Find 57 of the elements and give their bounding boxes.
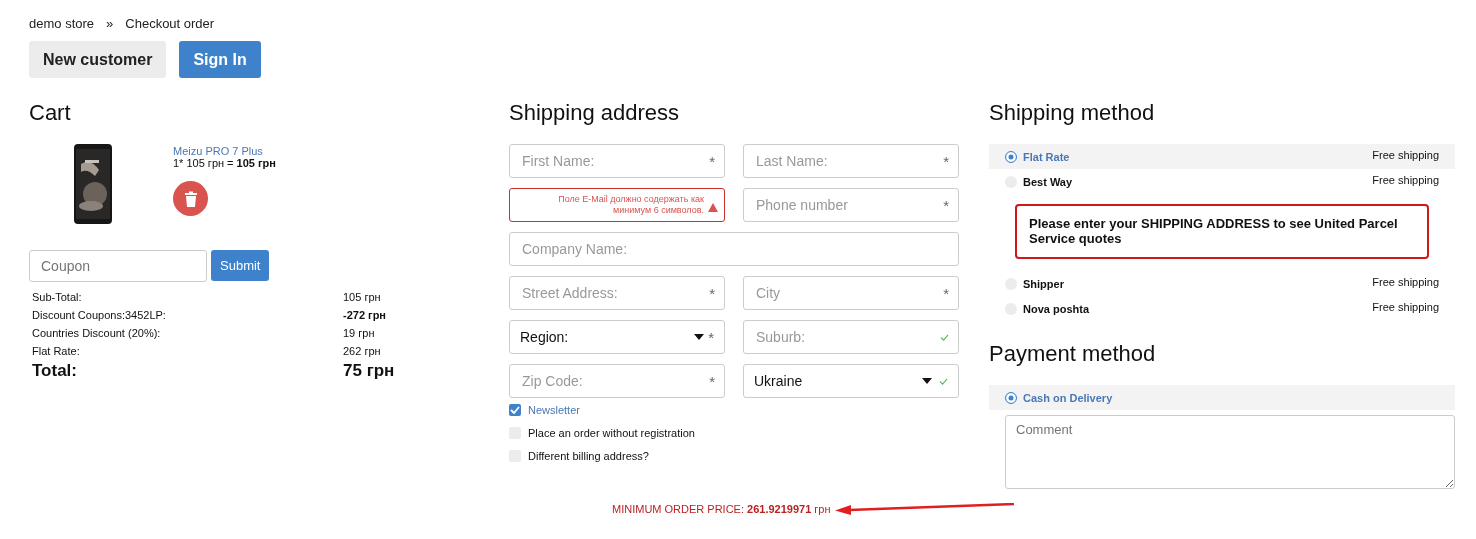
total-label: Sub-Total:	[31, 291, 83, 303]
total-value: 75 грн	[343, 361, 395, 381]
comment-field[interactable]: Comment	[1005, 415, 1455, 489]
required-mark: *	[943, 285, 949, 302]
total-label: Countries Discount (20%):	[31, 327, 162, 339]
breadcrumb-link[interactable]: Checkout order	[125, 16, 215, 31]
account-tab[interactable]: New customer	[29, 41, 167, 78]
breadcrumb-separator: »	[106, 16, 114, 31]
error-message: Поле E-Mail должно содержать как минимум 6 символов.	[557, 194, 704, 216]
check-icon	[939, 377, 948, 385]
submit-button[interactable]: Submit	[211, 250, 270, 281]
warning-icon	[708, 203, 718, 212]
payment-option[interactable]: Cash on Delivery	[989, 385, 1455, 410]
item-price: 1* 105 грн = 105 грн	[173, 157, 276, 169]
caret-icon	[922, 378, 932, 384]
total-value: 19 грн	[343, 327, 375, 339]
arrow-icon	[834, 503, 1015, 515]
delete-button[interactable]	[173, 181, 208, 216]
input-field[interactable]: Company Name:	[509, 232, 959, 266]
shipping-option[interactable]: Best Way Free shipping	[989, 169, 1455, 194]
caret-icon	[694, 334, 705, 340]
section-title: Shipping address	[509, 100, 680, 127]
total-label: Discount Coupons:3452LP:	[31, 309, 167, 321]
section-title: Cart	[29, 100, 72, 127]
minimum-order-message: MINIMUM ORDER PRICE: 261.9219971 грн	[612, 503, 831, 515]
shipping-option[interactable]: Shipper Free shipping	[989, 271, 1455, 296]
coupon-field[interactable]: Coupon	[29, 250, 207, 282]
select-field[interactable]: Ukraine	[743, 364, 959, 398]
required-mark: *	[943, 153, 949, 170]
required-mark: *	[709, 373, 715, 390]
total-label: Flat Rate:	[31, 345, 81, 357]
check-icon	[940, 334, 949, 341]
select-field[interactable]: Region: *	[509, 320, 725, 354]
total-value: 262 грн	[343, 345, 381, 357]
checkbox-label: Different billing address?	[528, 450, 649, 462]
checkbox-label: Place an order without registration	[528, 427, 695, 439]
input-field[interactable]: Suburb:	[743, 320, 959, 354]
total-value: -272 грн	[343, 309, 387, 321]
total-value: 105 грн	[343, 291, 381, 303]
account-tab[interactable]: Sign In	[179, 41, 261, 78]
product-link[interactable]: Meizu PRO 7 Plus	[173, 145, 276, 157]
required-mark: *	[708, 328, 714, 346]
required-mark: *	[943, 197, 949, 214]
shipping-option[interactable]: Nova poshta Free shipping	[989, 296, 1455, 321]
error-field[interactable]: Поле E-Mail должно содержать как минимум 6 символов.	[509, 188, 725, 222]
checkbox[interactable]	[509, 404, 521, 416]
select-value: Region:	[519, 329, 570, 345]
section-title: Shipping method	[989, 100, 1156, 127]
breadcrumb-link[interactable]: demo store	[29, 16, 95, 31]
required-mark: *	[709, 153, 715, 170]
notice-message: Please enter your SHIPPING ADDRESS to see United Parcel Service quotes	[1015, 204, 1429, 259]
shipping-option[interactable]: Flat Rate Free shipping	[989, 144, 1455, 169]
total-label: Total:	[31, 361, 78, 381]
section-title: Payment method	[989, 341, 1157, 368]
checkbox-label: Newsletter	[528, 404, 580, 416]
select-value: Ukraine	[753, 373, 804, 389]
required-mark: *	[709, 285, 715, 302]
